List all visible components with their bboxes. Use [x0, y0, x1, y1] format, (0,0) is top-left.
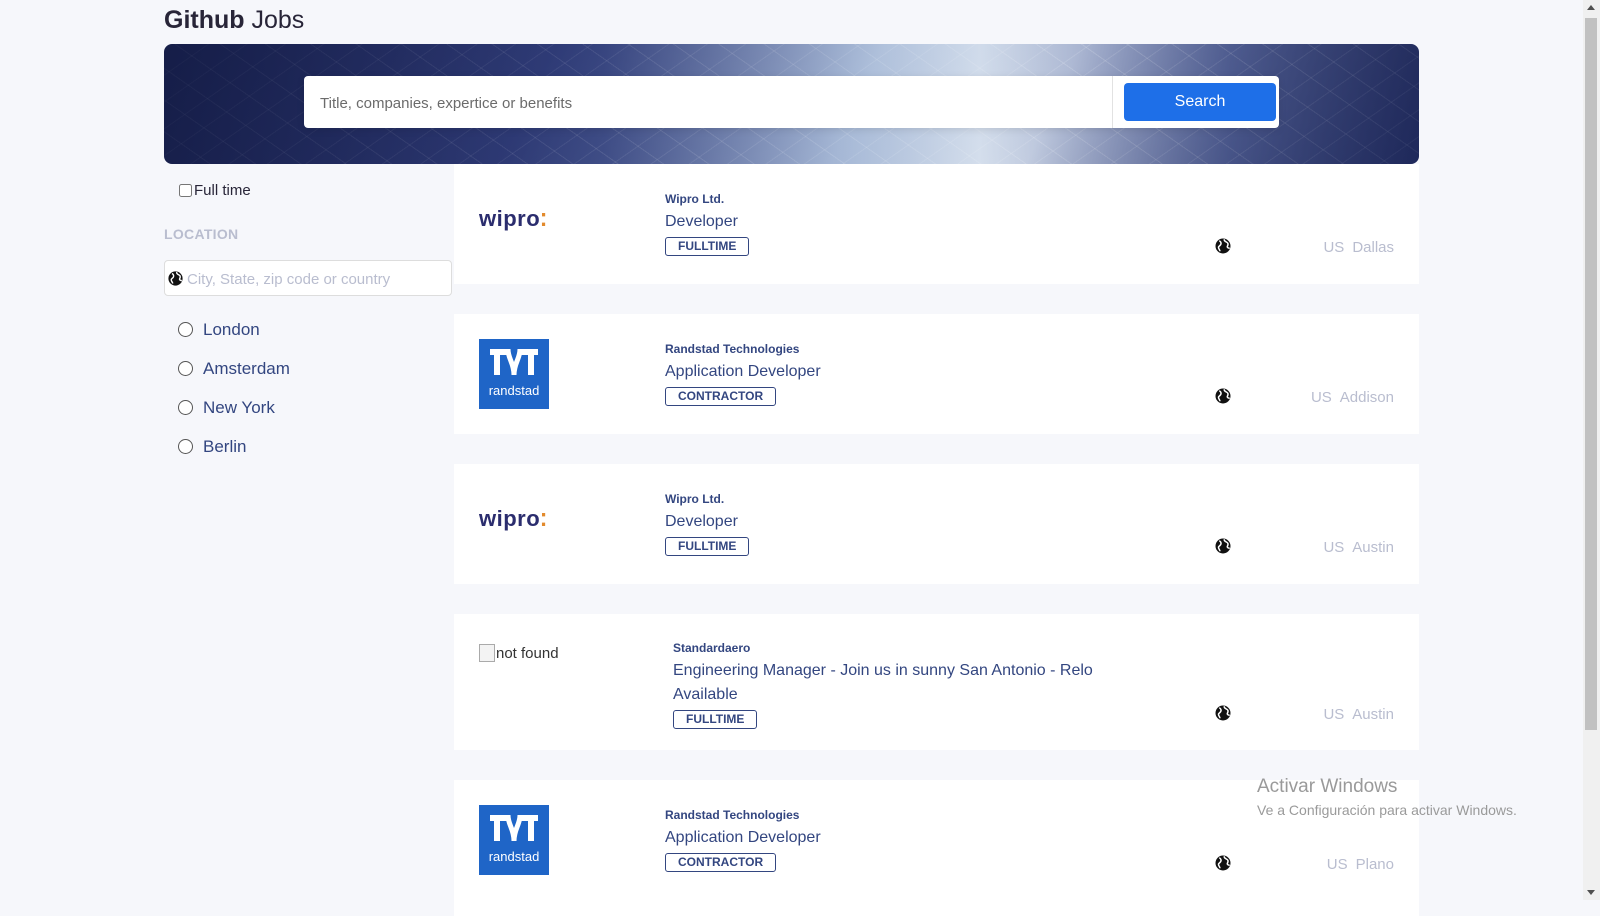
job-title[interactable]: Engineering Manager - Join us in sunny S… [673, 659, 1093, 707]
radio-button[interactable] [178, 361, 193, 376]
randstad-wordmark: randstad [488, 849, 540, 864]
globe-icon [1215, 238, 1231, 254]
job-location: US Dallas [1323, 239, 1394, 256]
job-card[interactable]: wipro⁚ Wipro Ltd. Developer FULLTIME US A… [454, 464, 1419, 584]
globe-icon [1215, 538, 1231, 554]
location-input[interactable] [185, 261, 449, 297]
job-type-badge: FULLTIME [665, 237, 750, 256]
job-title[interactable]: Developer [665, 510, 749, 534]
city-option-new-york[interactable]: New York [178, 388, 290, 427]
globe-icon [1215, 705, 1231, 721]
job-title[interactable]: Application Developer [665, 826, 821, 850]
brand-light: Jobs [251, 6, 305, 34]
company-logo: randstad [479, 805, 549, 875]
job-info: Standardaero Engineering Manager - Join … [673, 641, 1093, 729]
job-city: Dallas [1352, 239, 1394, 256]
job-country: US [1323, 539, 1345, 556]
job-city: Austin [1352, 706, 1394, 723]
globe-icon [168, 271, 183, 286]
job-city: Plano [1355, 856, 1394, 873]
randstad-mark-icon [490, 348, 538, 376]
logo-alt-text: not found [496, 644, 559, 662]
broken-image-icon [479, 644, 495, 662]
company-name: Randstad Technologies [665, 342, 800, 356]
randstad-wordmark: randstad [488, 383, 540, 398]
job-location: US Austin [1323, 706, 1394, 723]
job-info: Wipro Ltd. Developer FULLTIME [665, 492, 750, 556]
vertical-scrollbar[interactable] [1583, 0, 1600, 900]
job-country: US [1323, 706, 1345, 723]
watermark-title: Activar Windows [1257, 776, 1398, 797]
job-type-badge: FULLTIME [673, 710, 758, 729]
scroll-down-arrow-icon[interactable] [1587, 890, 1595, 895]
search-box: Search [304, 76, 1279, 130]
job-info: Wipro Ltd. Developer FULLTIME [665, 192, 750, 256]
job-location: US Addison [1311, 389, 1394, 406]
fulltime-filter[interactable]: Full time [179, 182, 251, 199]
site-logo[interactable]: Github Jobs [164, 6, 304, 35]
company-logo: randstad [479, 339, 549, 409]
radio-button[interactable] [178, 322, 193, 337]
globe-icon [1215, 388, 1231, 404]
company-name: Wipro Ltd. [665, 192, 725, 206]
city-label: New York [203, 397, 275, 417]
job-info: Randstad Technologies Application Develo… [665, 808, 821, 872]
job-card[interactable]: not found Standardaero Engineering Manag… [454, 614, 1419, 750]
radio-button[interactable] [178, 400, 193, 415]
job-city: Austin [1352, 539, 1394, 556]
company-logo: wipro⁚ [479, 506, 548, 531]
search-button[interactable]: Search [1124, 83, 1276, 121]
location-field [164, 260, 452, 297]
watermark-subtitle: Ve a Configuración para activar Windows. [1257, 802, 1517, 818]
company-name: Standardaero [673, 641, 751, 655]
fulltime-checkbox[interactable] [179, 184, 192, 197]
city-label: London [203, 319, 260, 339]
globe-icon [1215, 855, 1231, 871]
search-divider [1112, 76, 1113, 128]
city-option-berlin[interactable]: Berlin [178, 427, 290, 466]
job-country: US [1326, 856, 1348, 873]
city-label: Berlin [203, 436, 247, 456]
job-info: Randstad Technologies Application Develo… [665, 342, 821, 406]
city-option-london[interactable]: London [178, 310, 290, 349]
job-card[interactable]: randstad Randstad Technologies Applicati… [454, 314, 1419, 434]
job-type-badge: FULLTIME [665, 537, 750, 556]
city-option-amsterdam[interactable]: Amsterdam [178, 349, 290, 388]
job-type-badge: CONTRACTOR [665, 853, 777, 872]
city-label: Amsterdam [203, 358, 290, 378]
brand-bold: Github [164, 6, 245, 34]
job-location: US Plano [1327, 856, 1394, 873]
windows-activation-watermark: Activar Windows Ve a Configuración para … [1257, 776, 1517, 818]
search-hero: Search [164, 44, 1419, 164]
city-radio-list: London Amsterdam New York Berlin [178, 310, 290, 466]
company-logo: wipro⁚ [479, 206, 548, 231]
scrollbar-thumb[interactable] [1585, 18, 1597, 730]
radio-button[interactable] [178, 439, 193, 454]
job-city: Addison [1339, 389, 1394, 406]
job-title[interactable]: Application Developer [665, 360, 821, 384]
location-heading: LOCATION [164, 226, 239, 242]
job-type-badge: CONTRACTOR [665, 387, 777, 406]
search-input[interactable] [318, 76, 1102, 130]
company-name: Wipro Ltd. [665, 492, 725, 506]
company-logo-broken: not found [479, 644, 559, 662]
job-country: US [1310, 389, 1332, 406]
company-name: Randstad Technologies [665, 808, 800, 822]
randstad-mark-icon [490, 814, 538, 842]
scroll-up-arrow-icon[interactable] [1587, 5, 1595, 10]
job-country: US [1323, 239, 1345, 256]
job-card[interactable]: wipro⁚ Wipro Ltd. Developer FULLTIME US D… [454, 164, 1419, 284]
job-location: US Austin [1323, 539, 1394, 556]
job-title[interactable]: Developer [665, 210, 749, 234]
fulltime-label: Full time [194, 182, 251, 199]
